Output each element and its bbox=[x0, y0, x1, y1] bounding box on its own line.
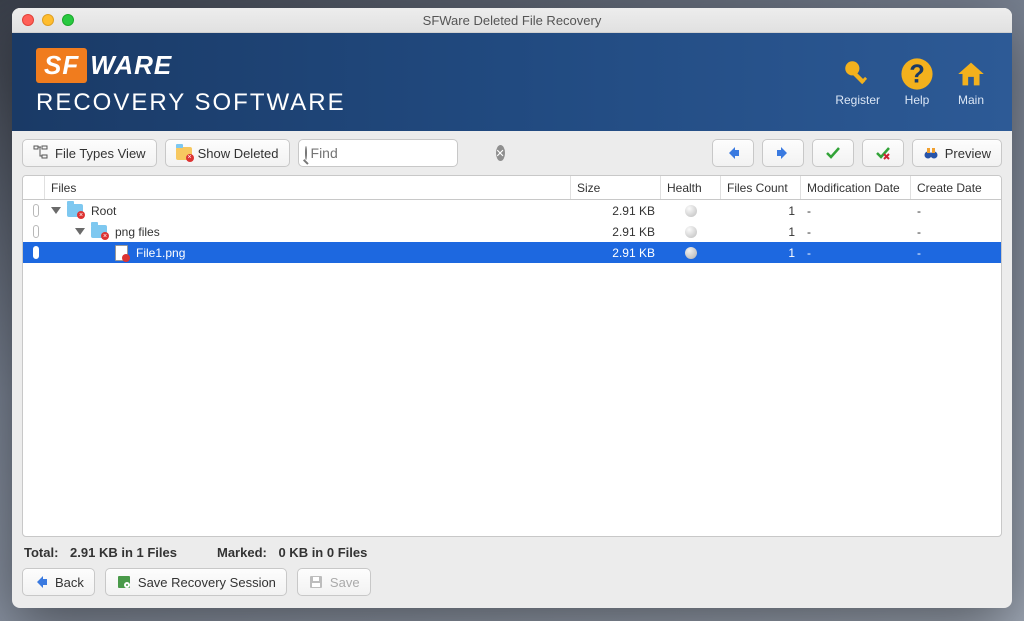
logo-subtitle: RECOVERY SOFTWARE bbox=[36, 89, 346, 117]
window-title: SFWare Deleted File Recovery bbox=[12, 13, 1012, 28]
register-button[interactable]: Register bbox=[835, 57, 880, 107]
help-icon: ? bbox=[900, 57, 934, 91]
nav-back-button[interactable] bbox=[712, 139, 754, 167]
row-size: 2.91 KB bbox=[571, 225, 661, 239]
main-label: Main bbox=[958, 93, 984, 107]
row-size: 2.91 KB bbox=[571, 204, 661, 218]
tree-icon bbox=[33, 145, 49, 161]
health-indicator-icon bbox=[685, 247, 697, 259]
row-count: 1 bbox=[721, 246, 801, 260]
row-name: Root bbox=[91, 204, 116, 218]
home-icon bbox=[954, 57, 988, 91]
col-files[interactable]: Files bbox=[45, 176, 571, 199]
show-deleted-button[interactable]: × Show Deleted bbox=[165, 139, 290, 167]
logo-badge: SF bbox=[36, 48, 87, 83]
arrow-left-icon bbox=[33, 574, 49, 590]
disclosure-triangle-icon[interactable] bbox=[51, 207, 61, 214]
table-body[interactable]: ×Root2.91 KB1--×png files2.91 KB1--File1… bbox=[23, 200, 1001, 536]
col-size[interactable]: Size bbox=[571, 176, 661, 199]
row-size: 2.91 KB bbox=[571, 246, 661, 260]
row-name: File1.png bbox=[136, 246, 185, 260]
window-close-button[interactable] bbox=[22, 14, 34, 26]
save-button[interactable]: Save bbox=[297, 568, 371, 596]
app-window: SFWare Deleted File Recovery SF WARE REC… bbox=[12, 8, 1012, 608]
col-mod-date[interactable]: Modification Date bbox=[801, 176, 911, 199]
row-checkbox[interactable] bbox=[33, 225, 39, 238]
file-types-view-button[interactable]: File Types View bbox=[22, 139, 157, 167]
folder-icon: × bbox=[91, 225, 107, 238]
titlebar: SFWare Deleted File Recovery bbox=[12, 8, 1012, 33]
marked-label: Marked: bbox=[217, 545, 267, 560]
bottom-bar: Back Save Recovery Session Save bbox=[12, 560, 1012, 608]
file-types-view-label: File Types View bbox=[55, 146, 146, 161]
col-files-count[interactable]: Files Count bbox=[721, 176, 801, 199]
search-field[interactable]: ✕ bbox=[298, 139, 458, 167]
folder-icon: × bbox=[67, 204, 83, 217]
app-logo: SF WARE RECOVERY SOFTWARE bbox=[36, 48, 346, 117]
save-session-button[interactable]: Save Recovery Session bbox=[105, 568, 287, 596]
help-button[interactable]: ? Help bbox=[900, 57, 934, 107]
back-label: Back bbox=[55, 575, 84, 590]
toolbar: File Types View × Show Deleted ✕ Preview bbox=[12, 131, 1012, 175]
help-label: Help bbox=[905, 93, 930, 107]
col-create-date[interactable]: Create Date bbox=[911, 176, 1001, 199]
binoculars-icon bbox=[923, 145, 939, 161]
search-icon bbox=[305, 146, 307, 160]
arrow-right-icon bbox=[775, 145, 791, 161]
save-session-label: Save Recovery Session bbox=[138, 575, 276, 590]
row-create-date: - bbox=[911, 225, 1001, 239]
unmark-button[interactable] bbox=[862, 139, 904, 167]
health-indicator-icon bbox=[685, 205, 697, 217]
floppy-icon bbox=[308, 574, 324, 590]
window-zoom-button[interactable] bbox=[62, 14, 74, 26]
row-create-date: - bbox=[911, 246, 1001, 260]
preview-label: Preview bbox=[945, 146, 991, 161]
row-count: 1 bbox=[721, 204, 801, 218]
logo-word: WARE bbox=[90, 50, 172, 81]
file-table: Files Size Health Files Count Modificati… bbox=[22, 175, 1002, 537]
window-minimize-button[interactable] bbox=[42, 14, 54, 26]
svg-text:?: ? bbox=[909, 61, 925, 89]
row-count: 1 bbox=[721, 225, 801, 239]
row-mod-date: - bbox=[801, 225, 911, 239]
preview-button[interactable]: Preview bbox=[912, 139, 1002, 167]
table-row[interactable]: ×Root2.91 KB1-- bbox=[23, 200, 1001, 221]
row-mod-date: - bbox=[801, 204, 911, 218]
status-bar: Total: 2.91 KB in 1 Files Marked: 0 KB i… bbox=[12, 537, 1012, 560]
mark-button[interactable] bbox=[812, 139, 854, 167]
health-indicator-icon bbox=[685, 226, 697, 238]
file-icon bbox=[115, 245, 128, 261]
table-row[interactable]: File1.png2.91 KB1-- bbox=[23, 242, 1001, 263]
clear-search-button[interactable]: ✕ bbox=[496, 145, 505, 161]
save-label: Save bbox=[330, 575, 360, 590]
row-name: png files bbox=[115, 225, 160, 239]
row-mod-date: - bbox=[801, 246, 911, 260]
nav-forward-button[interactable] bbox=[762, 139, 804, 167]
total-value: 2.91 KB in 1 Files bbox=[70, 545, 177, 560]
show-deleted-label: Show Deleted bbox=[198, 146, 279, 161]
register-label: Register bbox=[835, 93, 880, 107]
check-x-icon bbox=[875, 145, 891, 161]
row-create-date: - bbox=[911, 204, 1001, 218]
back-button[interactable]: Back bbox=[22, 568, 95, 596]
table-header: Files Size Health Files Count Modificati… bbox=[23, 176, 1001, 200]
marked-value: 0 KB in 0 Files bbox=[278, 545, 367, 560]
total-label: Total: bbox=[24, 545, 58, 560]
disclosure-triangle-icon[interactable] bbox=[75, 228, 85, 235]
check-icon bbox=[825, 145, 841, 161]
search-input[interactable] bbox=[311, 145, 492, 161]
folder-deleted-icon: × bbox=[176, 147, 192, 160]
row-checkbox[interactable] bbox=[33, 246, 39, 259]
row-checkbox[interactable] bbox=[33, 204, 39, 217]
app-banner: SF WARE RECOVERY SOFTWARE Register ? Hel… bbox=[12, 33, 1012, 131]
save-session-icon bbox=[116, 574, 132, 590]
main-button[interactable]: Main bbox=[954, 57, 988, 107]
table-row[interactable]: ×png files2.91 KB1-- bbox=[23, 221, 1001, 242]
key-icon bbox=[841, 57, 875, 91]
arrow-left-icon bbox=[725, 145, 741, 161]
col-health[interactable]: Health bbox=[661, 176, 721, 199]
